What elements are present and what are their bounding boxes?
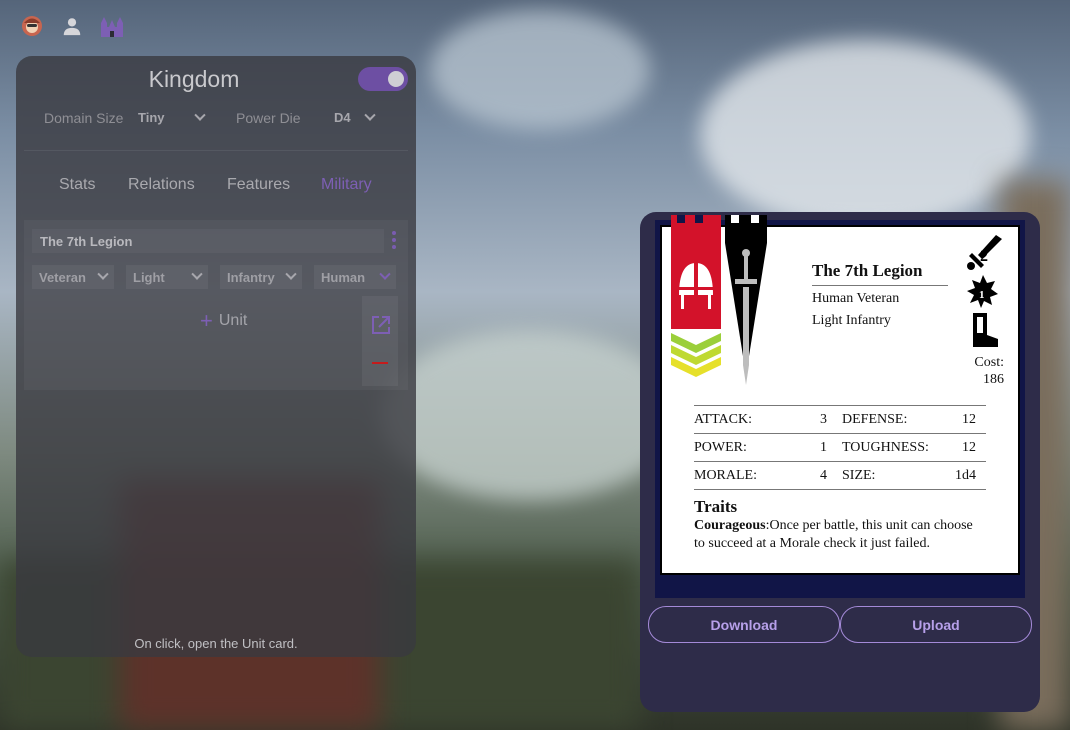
open-external-icon[interactable] [370,314,392,341]
unit-type-icons: 2 1 [967,235,1002,347]
add-unit-label: Unit [218,312,248,329]
unit-ancestry-value: Human [321,269,366,285]
power-die-label: Power Die [236,110,301,126]
upload-button[interactable]: Upload [840,606,1032,643]
card-unit-name: The 7th Legion [812,261,923,280]
card-divider [812,285,948,286]
attack-value: 3 [820,412,827,427]
tab-stats[interactable]: Stats [59,176,95,194]
stats-divider [694,489,986,490]
unit-equipment-value: Light [133,269,165,285]
toughness-value: 12 [962,440,976,455]
unit-card: The 7th Legion Human Veteran Light Infan… [660,215,1020,575]
card-unit-line2: Light Infantry [812,313,891,328]
burst-equipment-icon: 1 [967,275,998,308]
unit-side-tools [362,296,398,386]
background-cloud [430,10,650,130]
morale-value: 4 [820,468,827,483]
add-unit-button[interactable]: + Unit [200,308,248,333]
unit-card-panel: The 7th Legion Human Veteran Light Infan… [640,212,1040,712]
stats-row: MORALE: 4 SIZE: 1d4 [694,461,986,489]
unit-type-value: Infantry [227,269,275,285]
toughness-label: TOUGHNESS: [842,440,929,455]
background-mountain [380,330,680,500]
kingdom-toggle[interactable] [358,67,408,91]
plus-icon: + [200,308,213,333]
unit-experience-value: Veteran [39,269,86,285]
power-die-value: D4 [334,110,351,125]
domain-size-value: Tiny [138,110,165,125]
divider [24,150,408,151]
attack-label: ATTACK: [694,412,752,427]
tab-features[interactable]: Features [227,176,290,194]
remove-unit-icon[interactable] [372,362,388,364]
trait-name: Courageous [694,518,766,533]
castle-icon[interactable] [98,12,126,40]
avatar-icon[interactable] [18,12,46,40]
download-button[interactable]: Download [648,606,840,643]
cost-label: Cost: [974,355,1004,370]
tab-relations[interactable]: Relations [128,176,195,194]
chevron-down-icon [364,109,376,121]
chevron-down-icon [379,268,391,280]
size-label: SIZE: [842,468,876,483]
unit-card-frame: The 7th Legion Human Veteran Light Infan… [655,215,1025,598]
background-cloud [700,40,1030,230]
unit-cost: Cost: 186 [968,354,1004,388]
svg-text:1: 1 [979,289,985,301]
unit-type-select[interactable]: Infantry [220,265,302,289]
stats-row: ATTACK: 3 DEFENSE: 12 [694,405,986,433]
size-value: 1d4 [955,468,976,483]
cost-value: 186 [983,372,1004,387]
unit-ancestry-select[interactable]: Human [314,265,396,289]
svg-text:2: 2 [980,248,988,265]
chevron-down-icon [97,268,109,280]
morale-label: MORALE: [694,468,757,483]
card-unit-line1: Human Veteran [812,291,900,306]
kingdom-title: Kingdom [148,66,240,92]
chevron-down-icon [191,268,203,280]
defense-label: DEFENSE: [842,412,908,427]
power-value: 1 [820,440,827,455]
stats-row: POWER: 1 TOUGHNESS: 12 [694,433,986,461]
more-options-icon[interactable] [392,231,396,249]
traits-heading: Traits [694,497,738,516]
power-label: POWER: [694,440,747,455]
top-toolbar [18,12,126,40]
unit-name-field[interactable]: The 7th Legion [32,229,384,253]
tab-military[interactable]: Military [321,176,372,194]
person-icon[interactable] [58,12,86,40]
toggle-knob [388,71,404,87]
unit-equipment-select[interactable]: Light [126,265,208,289]
kingdom-panel: Kingdom Domain Size Tiny Power Die D4 St… [16,56,416,657]
unit-experience-select[interactable]: Veteran [32,265,114,289]
trait-description: Courageous:Once per battle, this unit ca… [694,517,986,553]
chevron-down-icon [194,109,206,121]
chevron-down-icon [285,268,297,280]
power-die-select[interactable]: D4 [334,109,376,125]
defense-value: 12 [962,412,976,427]
domain-size-select[interactable]: Tiny [138,109,206,125]
hint-text: On click, open the Unit card. [134,636,298,651]
domain-size-label: Domain Size [44,110,124,126]
military-unit-list: The 7th Legion Veteran Light Infantry Hu… [24,220,408,390]
sword-experience-icon: 2 [967,235,1002,270]
boot-infantry-icon [973,313,998,347]
heraldry-banners-icon [671,215,767,385]
